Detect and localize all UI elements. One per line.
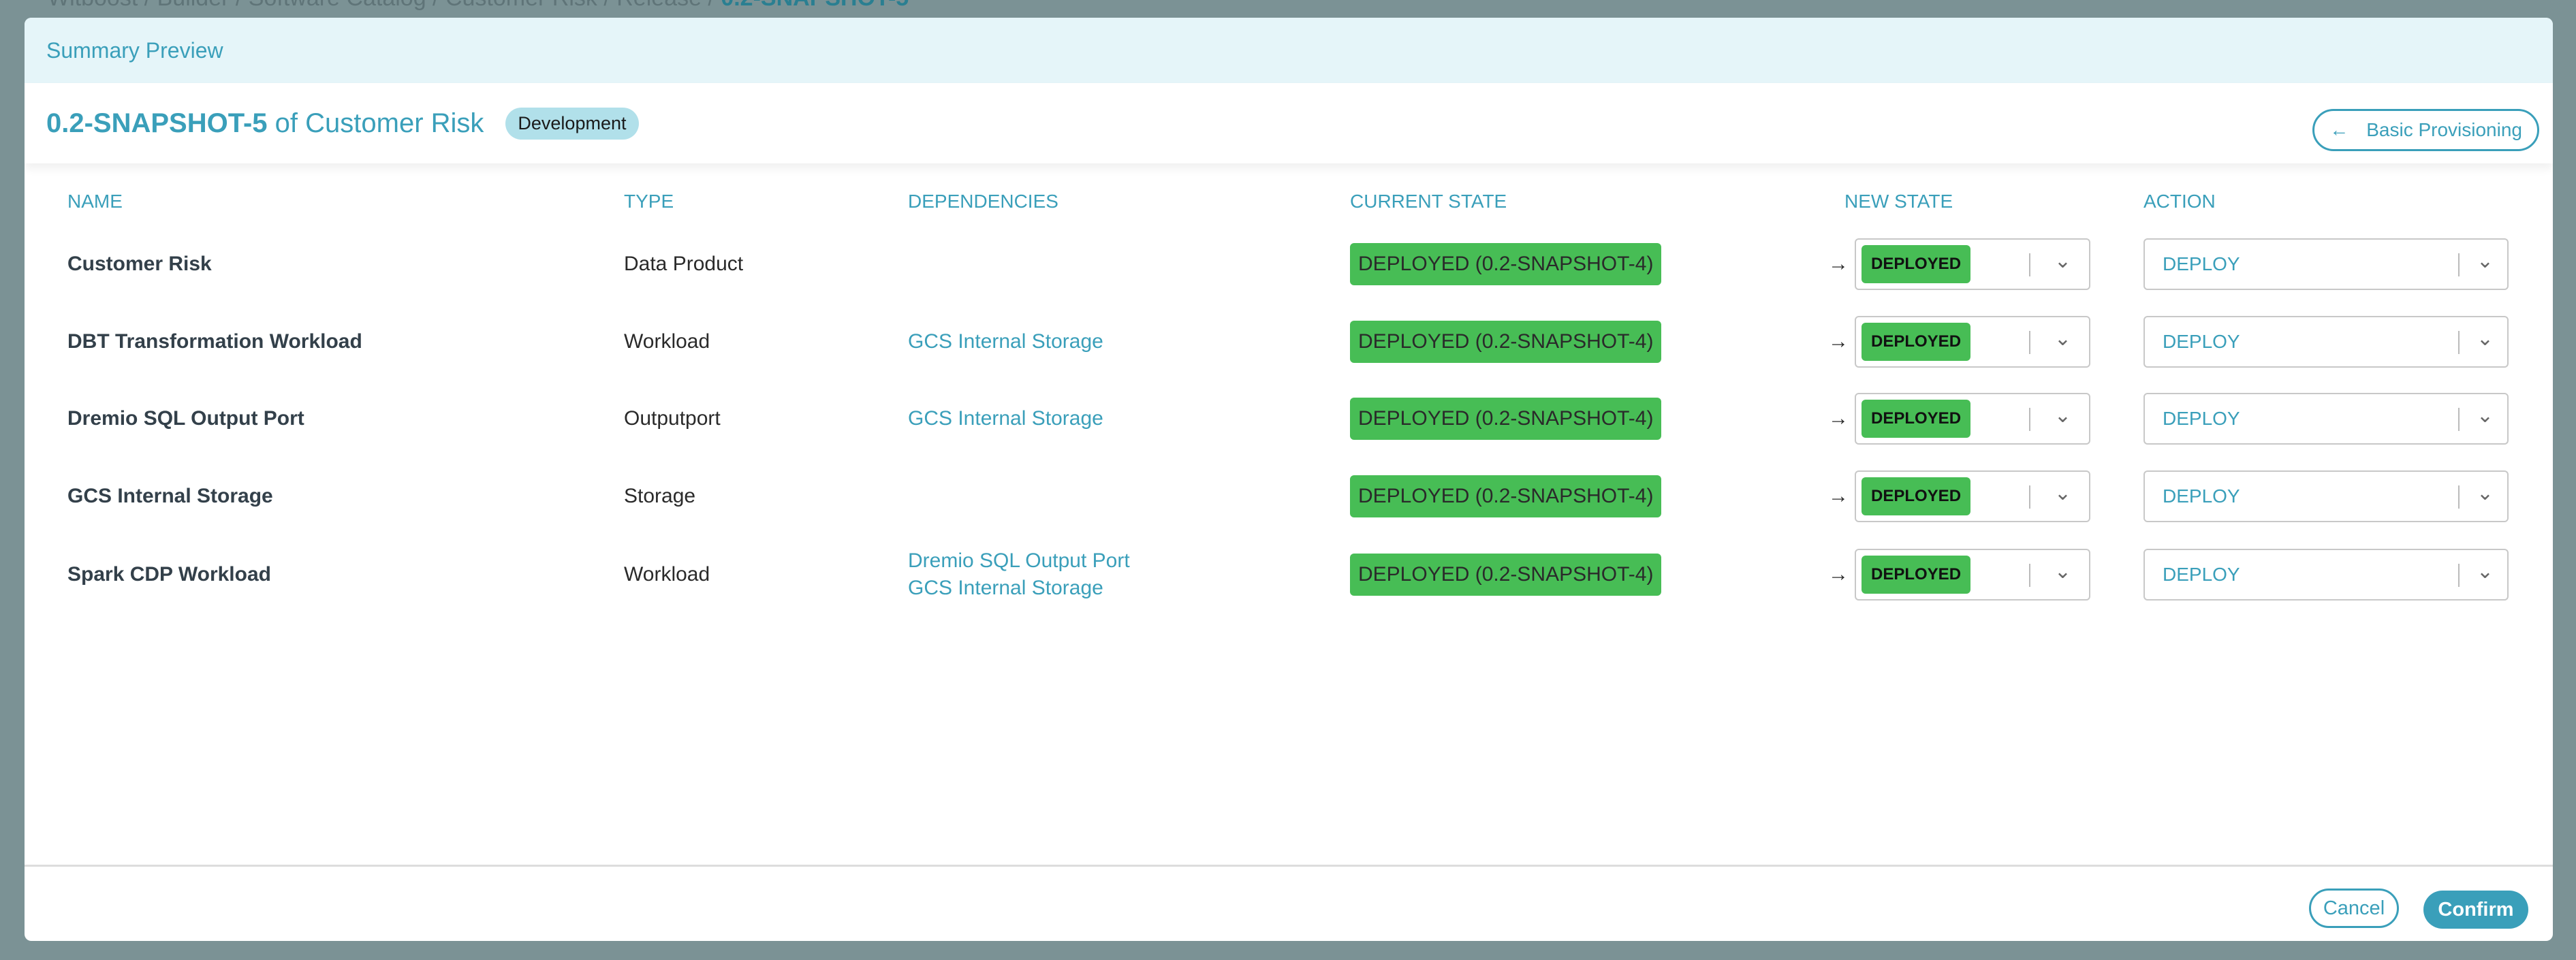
new-state-chip: DEPLOYED [1862, 400, 1971, 438]
environment-badge: Development [505, 107, 639, 140]
breadcrumb-item[interactable]: Software Catalog [249, 0, 426, 11]
breadcrumb-item[interactable]: Witboost [48, 0, 138, 11]
new-state-chip: DEPLOYED [1862, 323, 1971, 361]
action-select[interactable]: DEPLOY ⌄ [2143, 316, 2509, 368]
component-type: Data Product [624, 253, 744, 275]
action-value: DEPLOY [2163, 485, 2240, 507]
new-state-select[interactable]: DEPLOYED ⌄ [1855, 316, 2090, 368]
chevron-down-icon[interactable]: ⌄ [2477, 481, 2494, 505]
chevron-down-icon[interactable]: ⌄ [2477, 327, 2494, 351]
new-state-select[interactable]: DEPLOYED ⌄ [1855, 238, 2090, 290]
action-select[interactable]: DEPLOY ⌄ [2143, 470, 2509, 522]
component-name: Spark CDP Workload [67, 563, 271, 586]
chevron-down-icon[interactable]: ⌄ [2054, 327, 2071, 351]
divider [2458, 253, 2460, 276]
summary-preview-dialog: Summary Preview 0.2-SNAPSHOT-5 of Custom… [25, 18, 2553, 941]
component-type: Outputport [624, 407, 721, 430]
dependency-link[interactable]: Dremio SQL Output Port [908, 547, 1130, 575]
divider [2029, 408, 2030, 431]
arrow-right-icon: → [1828, 407, 1849, 430]
action-value: DEPLOY [2163, 564, 2240, 585]
dependency-link[interactable]: GCS Internal Storage [908, 575, 1130, 602]
divider [2029, 485, 2030, 509]
action-select[interactable]: DEPLOY ⌄ [2143, 393, 2509, 445]
col-new-state: NEW STATE [1844, 191, 1953, 212]
col-current-state: CURRENT STATE [1350, 191, 1507, 212]
chevron-down-icon[interactable]: ⌄ [2477, 249, 2494, 273]
col-type: TYPE [624, 191, 674, 212]
divider [2458, 331, 2460, 354]
table-row: GCS Internal Storage Storage DEPLOYED (0… [25, 469, 2553, 524]
breadcrumb-item[interactable]: Builder [157, 0, 230, 11]
col-name: NAME [67, 191, 123, 212]
table-row: Spark CDP Workload Workload Dremio SQL O… [25, 547, 2553, 602]
current-state-badge: DEPLOYED (0.2-SNAPSHOT-4) [1350, 321, 1662, 363]
breadcrumb-item[interactable]: Release [616, 0, 702, 11]
dependencies: GCS Internal Storage [908, 328, 1103, 355]
current-state-badge: DEPLOYED (0.2-SNAPSHOT-4) [1350, 398, 1662, 440]
chevron-down-icon[interactable]: ⌄ [2054, 249, 2071, 273]
component-name: GCS Internal Storage [67, 485, 273, 507]
arrow-right-icon: → [1828, 253, 1849, 275]
current-state-badge: DEPLOYED (0.2-SNAPSHOT-4) [1350, 554, 1662, 596]
dialog-header: Summary Preview [25, 18, 2553, 83]
new-state-chip: DEPLOYED [1862, 245, 1971, 283]
chevron-down-icon[interactable]: ⌄ [2054, 404, 2071, 428]
dependency-link[interactable]: GCS Internal Storage [908, 328, 1103, 355]
basic-provisioning-button[interactable]: ← Basic Provisioning [2312, 109, 2539, 151]
action-value: DEPLOY [2163, 253, 2240, 274]
chevron-down-icon[interactable]: ⌄ [2054, 560, 2071, 583]
divider [2458, 408, 2460, 431]
divider [2458, 564, 2460, 587]
dependency-link[interactable]: GCS Internal Storage [908, 405, 1103, 432]
breadcrumb-current: 0.2-SNAPSHOT-5 [721, 0, 909, 11]
new-state-select[interactable]: DEPLOYED ⌄ [1855, 470, 2090, 522]
divider [2029, 564, 2030, 587]
new-state-select[interactable]: DEPLOYED ⌄ [1855, 393, 2090, 445]
new-state-chip: DEPLOYED [1862, 556, 1971, 594]
current-state-badge: DEPLOYED (0.2-SNAPSHOT-4) [1350, 475, 1662, 517]
dependencies: GCS Internal Storage [908, 405, 1103, 432]
chevron-down-icon[interactable]: ⌄ [2477, 404, 2494, 428]
component-type: Storage [624, 485, 696, 507]
col-action: ACTION [2143, 191, 2216, 212]
breadcrumb-item[interactable]: Customer Risk [445, 0, 597, 11]
col-dependencies: DEPENDENCIES [908, 191, 1058, 212]
table-row: Dremio SQL Output Port Outputport GCS In… [25, 391, 2553, 446]
action-select[interactable]: DEPLOY ⌄ [2143, 549, 2509, 601]
confirm-button[interactable]: Confirm [2423, 891, 2528, 929]
divider [2458, 485, 2460, 509]
arrow-right-icon: → [1828, 563, 1849, 586]
cancel-button[interactable]: Cancel [2309, 889, 2399, 928]
version-label: 0.2-SNAPSHOT-5 [46, 108, 268, 138]
new-state-chip: DEPLOYED [1862, 477, 1971, 515]
dialog-footer: Cancel Confirm [25, 865, 2553, 941]
arrow-right-icon: → [1828, 330, 1849, 353]
table-row: Customer Risk Data Product DEPLOYED (0.2… [25, 237, 2553, 291]
divider [2029, 331, 2030, 354]
action-value: DEPLOY [2163, 331, 2240, 352]
new-state-select[interactable]: DEPLOYED ⌄ [1855, 549, 2090, 601]
current-state-badge: DEPLOYED (0.2-SNAPSHOT-4) [1350, 243, 1662, 285]
title-row: 0.2-SNAPSHOT-5 of Customer Risk Developm… [25, 83, 2553, 163]
breadcrumb: Witboost / Builder / Software Catalog / … [48, 0, 909, 12]
action-select[interactable]: DEPLOY ⌄ [2143, 238, 2509, 290]
component-type: Workload [624, 563, 710, 586]
chevron-down-icon[interactable]: ⌄ [2477, 560, 2494, 583]
component-name: DBT Transformation Workload [67, 330, 362, 353]
dependencies: Dremio SQL Output Port GCS Internal Stora… [908, 547, 1130, 602]
button-label: Basic Provisioning [2366, 119, 2522, 140]
page-title: 0.2-SNAPSHOT-5 of Customer Risk [46, 108, 484, 139]
divider [2029, 253, 2030, 276]
component-name: Dremio SQL Output Port [67, 407, 304, 430]
action-value: DEPLOY [2163, 408, 2240, 429]
chevron-down-icon[interactable]: ⌄ [2054, 481, 2071, 505]
component-type: Workload [624, 330, 710, 353]
table-row: DBT Transformation Workload Workload GCS… [25, 315, 2553, 369]
component-name: Customer Risk [67, 253, 212, 275]
title-suffix: of Customer Risk [274, 108, 484, 138]
arrow-right-icon: → [1828, 485, 1849, 507]
arrow-left-icon: ← [2329, 119, 2349, 140]
